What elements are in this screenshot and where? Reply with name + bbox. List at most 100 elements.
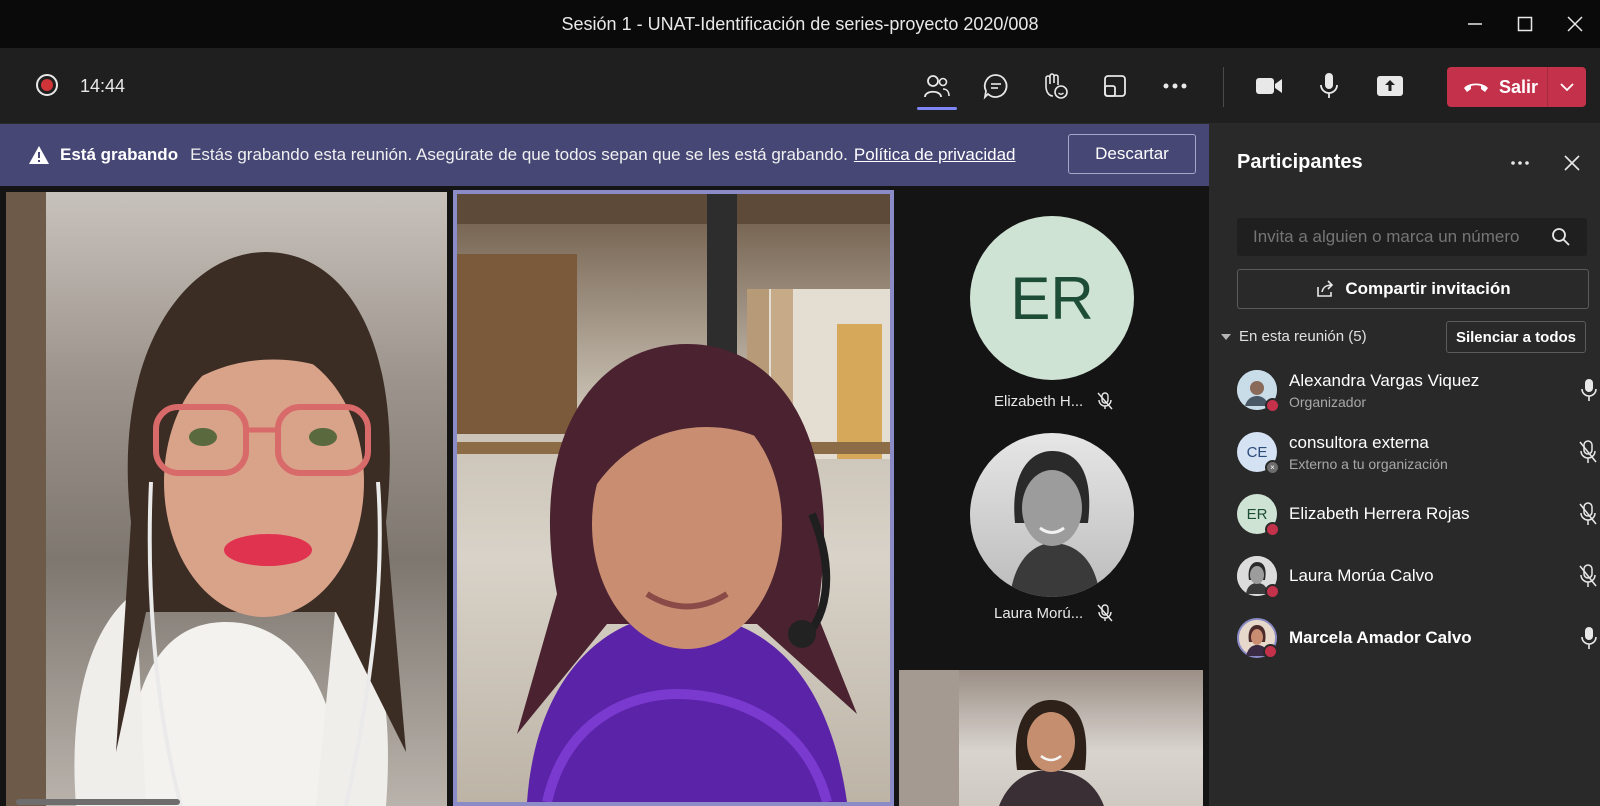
avatar <box>1237 370 1280 413</box>
profile-photo <box>1010 451 1100 597</box>
participant-row-speaking[interactable]: Marcela Amador Calvo <box>1237 612 1597 664</box>
in-meeting-section-toggle[interactable]: En esta reunión (5) <box>1221 328 1367 345</box>
video-tile[interactable] <box>6 192 447 806</box>
more-icon <box>1163 83 1187 89</box>
participants-button[interactable] <box>917 66 957 106</box>
panel-more-button[interactable] <box>1505 148 1535 178</box>
avatar <box>1237 556 1280 599</box>
participant-video <box>457 194 890 802</box>
microphone-icon <box>1320 73 1338 98</box>
chat-button[interactable] <box>976 66 1016 106</box>
meeting-toolbar: 14:44 <box>0 48 1600 124</box>
participant-name: Laura Morú... <box>994 604 1084 622</box>
camera-button[interactable] <box>1249 66 1289 106</box>
participant-row[interactable]: CE × consultora externa Externo a tu org… <box>1237 426 1597 478</box>
recording-icon <box>36 74 58 96</box>
meeting-timer: 14:44 <box>80 76 126 96</box>
participant-name: Laura Morúa Calvo <box>1289 566 1434 585</box>
participant-video <box>6 192 406 806</box>
dismiss-button[interactable]: Descartar <box>1068 134 1196 174</box>
microphone-icon <box>1581 379 1597 401</box>
title-bar: Sesión 1 - UNAT-Identificación de series… <box>0 0 1600 48</box>
participant-name: consultora externa <box>1289 432 1429 452</box>
participant-role: Externo a tu organización <box>1289 455 1448 472</box>
leave-options-button[interactable] <box>1548 67 1586 107</box>
avatar-initials: CE <box>1246 443 1268 461</box>
participant-name: Alexandra Vargas Viquez <box>1289 370 1480 390</box>
recording-banner: Está grabando Estás grabando esta reunió… <box>0 124 1209 186</box>
window-controls <box>1450 0 1600 48</box>
chevron-down-icon <box>1560 83 1574 91</box>
side-tile-caption: Elizabeth H... <box>994 392 1113 410</box>
presence-busy-icon <box>1265 584 1280 599</box>
breakout-rooms-icon <box>1104 75 1126 97</box>
video-stage: ER Elizabeth H... Laura Morú... <box>0 186 1209 806</box>
people-icon <box>924 75 950 98</box>
mic-muted-icon <box>1097 604 1113 622</box>
avatar[interactable]: ER <box>970 216 1134 380</box>
participant-row[interactable]: Laura Morúa Calvo <box>1237 550 1597 602</box>
panel-title: Participantes <box>1237 151 1363 173</box>
minimize-button[interactable] <box>1450 0 1500 48</box>
participant-row[interactable]: ER Elizabeth Herrera Rojas <box>1237 488 1597 540</box>
camera-icon <box>1256 78 1282 94</box>
window-title: Sesión 1 - UNAT-Identificación de series… <box>561 13 1039 34</box>
leave-button[interactable]: Salir <box>1447 67 1547 107</box>
video-tile[interactable] <box>899 670 1203 806</box>
minimize-icon <box>1468 23 1482 25</box>
participant-name: Elizabeth Herrera Rojas <box>1289 504 1470 523</box>
maximize-icon <box>1517 16 1533 32</box>
more-icon <box>1511 161 1529 165</box>
close-icon <box>1567 16 1583 32</box>
leave-label: Salir <box>1499 76 1539 97</box>
reactions-button[interactable] <box>1035 66 1075 106</box>
microphone-icon <box>1581 627 1597 649</box>
mic-muted-icon <box>1579 564 1597 587</box>
recording-message: Estás grabando esta reunión. Asegúrate d… <box>190 145 848 164</box>
leave-button-group: Salir <box>1447 67 1586 107</box>
more-actions-button[interactable] <box>1155 66 1195 106</box>
participant-name: Elizabeth H... <box>994 392 1084 410</box>
maximize-button[interactable] <box>1500 0 1550 48</box>
close-window-button[interactable] <box>1550 0 1600 48</box>
avatar <box>1237 618 1278 659</box>
privacy-policy-link[interactable]: Política de privacidad <box>854 145 1016 165</box>
avatar-initials: ER <box>1246 505 1268 523</box>
stage-scrollbar[interactable] <box>16 799 180 805</box>
section-label: En esta reunión (5) <box>1239 328 1367 345</box>
microphone-button[interactable] <box>1309 66 1349 106</box>
hang-up-icon <box>1464 83 1488 92</box>
side-tile-caption: Laura Morú... <box>994 604 1113 622</box>
warning-icon <box>29 146 49 164</box>
presence-busy-icon <box>1265 522 1280 537</box>
avatar: CE × <box>1237 432 1280 475</box>
share-screen-button[interactable] <box>1370 66 1410 106</box>
share-invite-button[interactable]: Compartir invitación <box>1237 269 1589 309</box>
mic-muted-icon <box>1097 392 1113 410</box>
recording-status: Está grabando <box>60 145 179 164</box>
close-icon <box>1564 155 1580 171</box>
mic-muted-icon <box>1579 440 1597 463</box>
presence-busy-icon <box>1265 398 1280 413</box>
mute-all-button[interactable]: Silenciar a todos <box>1446 321 1586 353</box>
search-icon[interactable] <box>1551 227 1571 247</box>
avatar: ER <box>1237 494 1280 537</box>
participant-name: Marcela Amador Calvo <box>1289 628 1472 647</box>
external-user-icon: × <box>1265 460 1280 475</box>
raise-hand-icon <box>1045 73 1068 99</box>
chat-icon <box>983 74 1008 100</box>
participant-video <box>899 670 1104 806</box>
panel-close-button[interactable] <box>1557 148 1587 178</box>
invite-search-input[interactable] <box>1237 218 1587 256</box>
share-screen-icon <box>1377 76 1403 96</box>
caret-down-icon <box>1221 333 1231 340</box>
share-invite-label: Compartir invitación <box>1345 279 1511 298</box>
participants-panel: Participantes Compartir invitación En es… <box>1209 124 1600 806</box>
participant-role: Organizador <box>1289 393 1367 410</box>
video-tile-active-speaker[interactable] <box>453 190 894 806</box>
participant-row[interactable]: Alexandra Vargas Viquez Organizador <box>1237 364 1597 416</box>
avatar[interactable] <box>970 433 1134 597</box>
toolbar-divider <box>1223 67 1224 107</box>
rooms-button[interactable] <box>1095 66 1135 106</box>
presence-busy-icon <box>1263 644 1278 659</box>
